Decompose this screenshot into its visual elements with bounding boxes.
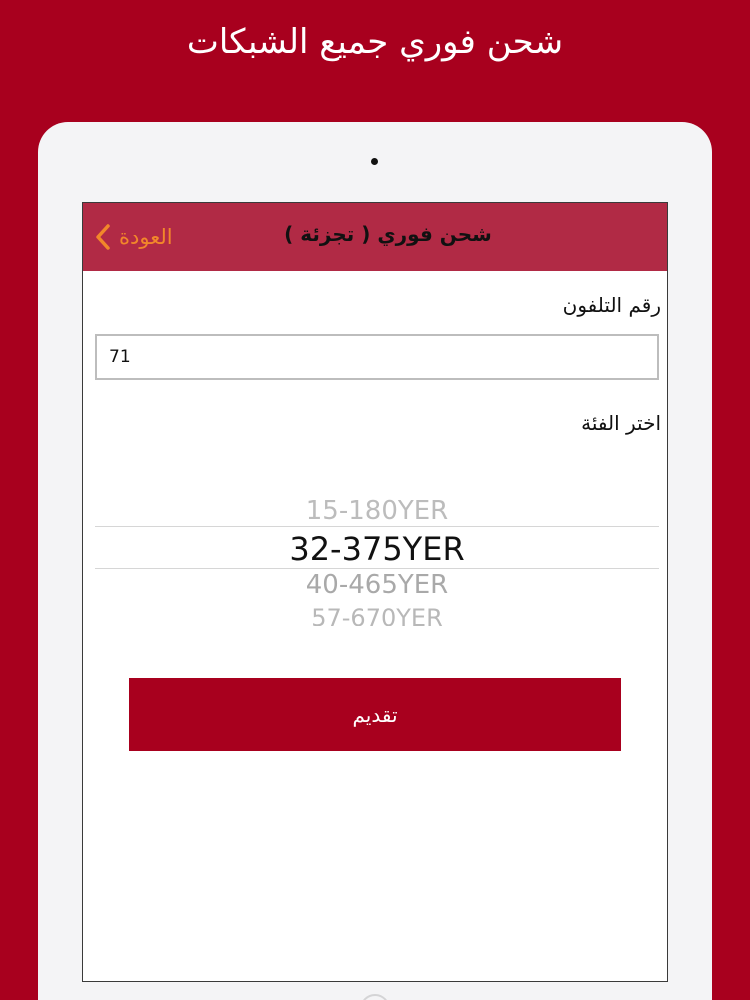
picker-option[interactable]: 40-465YER [95,570,659,600]
phone-input[interactable] [95,334,659,380]
picker-selection-line-top [95,526,659,527]
app-screen: العودة شحن فوري ( تجزئة ) رقم التلفون اخ… [82,202,668,982]
camera-dot [371,158,378,165]
picker-option[interactable]: 15-180YER [95,496,659,526]
phone-label: رقم التلفون [562,293,661,317]
chevron-left-icon [95,223,111,251]
tablet-frame: العودة شحن فوري ( تجزئة ) رقم التلفون اخ… [38,122,712,1000]
back-button[interactable]: العودة [95,221,173,253]
promo-title: شحن فوري جميع الشبكات [186,22,564,62]
picker-option-selected[interactable]: 32-375YER [95,530,659,568]
category-label: اختر الفئة [581,411,661,435]
picker-option[interactable]: 57-670YER [95,602,659,626]
home-button[interactable] [360,994,390,1000]
picker-selection-line-bottom [95,568,659,569]
page-title: شحن فوري ( تجزئة ) [284,222,492,246]
back-label: العودة [119,225,173,249]
navigation-bar: العودة شحن فوري ( تجزئة ) [83,203,667,271]
category-picker[interactable]: 15-180YER 32-375YER 40-465YER 57-670YER [95,488,659,638]
submit-button[interactable]: تقديم [129,678,621,751]
